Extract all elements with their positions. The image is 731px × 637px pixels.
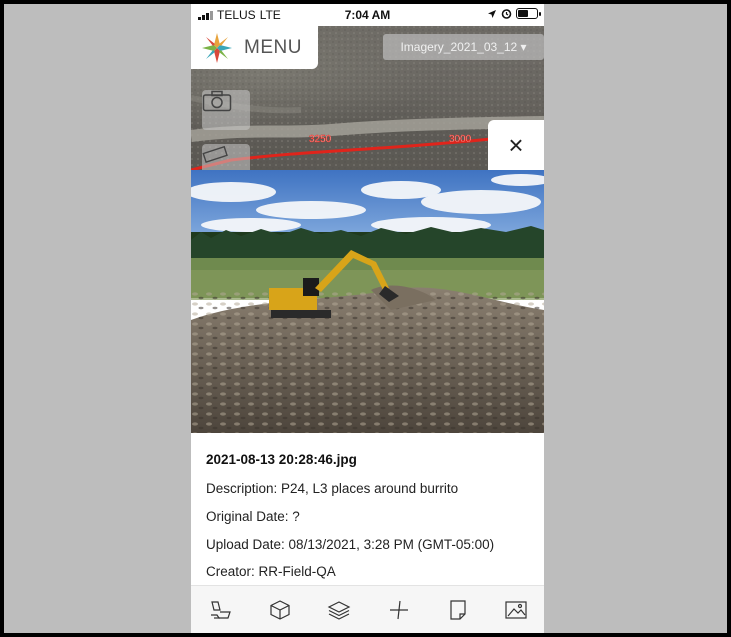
photo-filename: 2021-08-13 20:28:46.jpg [206, 452, 357, 467]
location-arrow-icon [488, 9, 496, 18]
layers-icon [327, 601, 351, 620]
document-button[interactable] [446, 598, 470, 622]
layers-button[interactable] [327, 598, 351, 622]
image-gallery-icon [505, 601, 527, 619]
site-photo [191, 170, 544, 433]
menu-label: MENU [244, 36, 302, 58]
image-gallery-button[interactable] [504, 598, 528, 622]
site-plan-icon [211, 601, 231, 619]
close-button[interactable]: × [488, 120, 544, 170]
photo-creator: Creator: RR-Field-QA [206, 564, 336, 579]
site-plan-button[interactable] [208, 598, 232, 622]
imagery-dropdown[interactable]: Imagery_2021_03_12 ▾ [383, 34, 544, 60]
3d-view-button[interactable] [268, 598, 292, 622]
phone-screen: TELUS LTE 7:04 AM 3250 3000 MENU Imagery… [191, 4, 544, 633]
ruler-button[interactable] [202, 144, 250, 170]
menu-button[interactable]: MENU [191, 26, 318, 69]
ruler-icon [202, 145, 228, 164]
camera-icon [202, 90, 232, 112]
battery-icon [516, 8, 541, 19]
status-icons [487, 8, 541, 19]
measure-button[interactable] [387, 598, 411, 622]
device-frame: TELUS LTE 7:04 AM 3250 3000 MENU Imagery… [4, 4, 727, 633]
photo-description: Description: P24, L3 places around burri… [206, 481, 459, 496]
alarm-icon [501, 9, 512, 19]
chainage-label-3000: 3000 [449, 134, 472, 145]
photo-upload-date: Upload Date: 08/13/2021, 3:28 PM (GMT-05… [206, 537, 495, 552]
photo-original-date: Original Date: ? [206, 509, 300, 524]
app-logo-icon [202, 32, 232, 63]
status-bar: TELUS LTE 7:04 AM [191, 4, 544, 26]
chainage-label-3250: 3250 [309, 134, 332, 145]
document-icon [450, 600, 466, 620]
bottom-toolbar [191, 585, 544, 633]
camera-button[interactable] [202, 90, 250, 130]
measure-cross-icon [390, 600, 408, 620]
photo-details: 2021-08-13 20:28:46.jpg Description: P24… [191, 433, 544, 585]
3d-box-icon [270, 600, 290, 620]
